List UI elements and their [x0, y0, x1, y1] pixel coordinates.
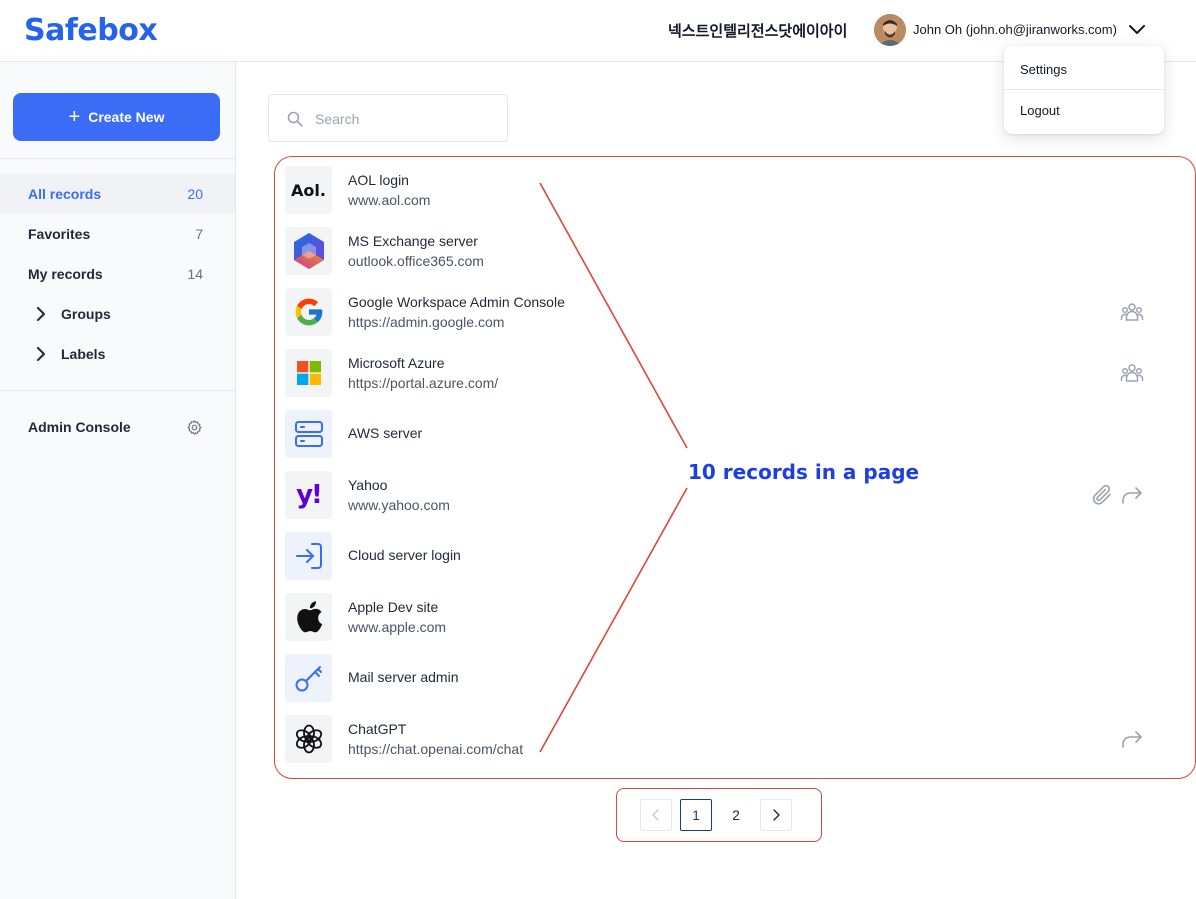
apple-icon	[285, 593, 332, 641]
microsoft-icon	[285, 349, 332, 397]
sidebar-item-my-records[interactable]: My records 14	[0, 254, 235, 294]
record-title: MS Exchange server	[348, 233, 478, 249]
sidebar-item-label: Admin Console	[28, 419, 131, 435]
record-title: AWS server	[348, 425, 423, 441]
record-url: www.aol.com	[348, 192, 431, 208]
search-input[interactable]	[315, 108, 495, 130]
record-url: https://admin.google.com	[348, 314, 505, 330]
record-url: https://portal.azure.com/	[348, 375, 499, 391]
record-title: Mail server admin	[348, 669, 459, 685]
chevron-right-icon	[37, 347, 45, 361]
chevron-down-icon[interactable]	[1128, 22, 1146, 36]
sidebar-item-label: My records	[28, 266, 103, 282]
prev-page-button[interactable]	[640, 799, 672, 831]
share-icon[interactable]	[1120, 727, 1144, 751]
shared-group-icon[interactable]	[1120, 300, 1144, 324]
record-row-aws-server[interactable]: AWS server	[285, 410, 1165, 458]
record-url: www.yahoo.com	[348, 497, 450, 513]
sidebar-item-labels[interactable]: Labels	[0, 334, 235, 374]
sidebar-item-label: Groups	[61, 306, 111, 322]
logout-menu-item[interactable]: Logout	[1004, 91, 1164, 131]
shared-group-icon[interactable]	[1120, 361, 1144, 385]
sidebar-item-count: 20	[187, 186, 203, 202]
record-row-google-workspace[interactable]: Google Workspace Admin Console https://a…	[285, 288, 1165, 336]
sidebar: + Create New All records 20 Favorites 7 …	[0, 62, 236, 899]
page-button-1[interactable]: 1	[680, 799, 712, 831]
create-new-label: Create New	[88, 109, 165, 125]
server-icon	[285, 410, 332, 458]
sidebar-item-label: Labels	[61, 346, 106, 362]
sidebar-divider	[0, 390, 235, 391]
page-button-2[interactable]: 2	[720, 799, 752, 831]
record-row-apple-dev[interactable]: Apple Dev site www.apple.com	[285, 593, 1165, 641]
chevron-right-icon	[773, 809, 780, 821]
sidebar-item-count: 14	[187, 266, 203, 282]
app-logo[interactable]: Safebox	[24, 13, 158, 48]
search-icon	[287, 111, 303, 127]
record-row-chatgpt[interactable]: ChatGPT https://chat.openai.com/chat	[285, 715, 1165, 763]
record-row-aol[interactable]: Aol. AOL login www.aol.com	[285, 166, 1165, 214]
record-title: AOL login	[348, 172, 409, 188]
record-title: Yahoo	[348, 477, 388, 493]
sidebar-item-all-records[interactable]: All records 20	[0, 174, 235, 214]
attachment-icon[interactable]	[1090, 483, 1114, 507]
search-box	[268, 94, 508, 142]
record-row-ms-exchange[interactable]: MS Exchange server outlook.office365.com	[285, 227, 1165, 275]
openai-icon	[285, 715, 332, 763]
annotation-label: 10 records in a page	[688, 460, 920, 484]
record-row-microsoft-azure[interactable]: Microsoft Azure https://portal.azure.com…	[285, 349, 1165, 397]
sidebar-item-admin-console[interactable]: Admin Console	[0, 407, 235, 447]
key-icon	[285, 654, 332, 702]
google-icon	[285, 288, 332, 336]
record-title: Cloud server login	[348, 547, 461, 563]
record-url: outlook.office365.com	[348, 253, 484, 269]
record-title: Apple Dev site	[348, 599, 439, 615]
chevron-right-icon	[37, 307, 45, 321]
chevron-left-icon	[652, 809, 659, 821]
user-identity[interactable]: John Oh (john.oh@jiranworks.com)	[913, 22, 1117, 37]
record-title: ChatGPT	[348, 721, 407, 737]
next-page-button[interactable]	[760, 799, 792, 831]
user-avatar[interactable]	[874, 14, 906, 46]
create-new-button[interactable]: + Create New	[13, 93, 220, 141]
settings-menu-item[interactable]: Settings	[1004, 50, 1164, 90]
aol-logo-icon: Aol.	[285, 166, 332, 214]
record-url: www.apple.com	[348, 619, 447, 635]
sidebar-item-groups[interactable]: Groups	[0, 294, 235, 334]
record-url: https://chat.openai.com/chat	[348, 741, 524, 757]
sidebar-item-label: Favorites	[28, 226, 91, 242]
gear-icon[interactable]	[186, 419, 203, 436]
sidebar-divider	[0, 158, 235, 159]
sidebar-item-favorites[interactable]: Favorites 7	[0, 214, 235, 254]
record-row-mail-server-admin[interactable]: Mail server admin	[285, 654, 1165, 702]
record-title: Google Workspace Admin Console	[348, 294, 565, 310]
user-menu-dropdown: Settings Logout	[1004, 46, 1164, 134]
record-title: Microsoft Azure	[348, 355, 445, 371]
login-icon	[285, 532, 332, 580]
share-icon[interactable]	[1120, 483, 1144, 507]
record-row-cloud-server-login[interactable]: Cloud server login	[285, 532, 1165, 580]
microsoft-365-icon	[285, 227, 332, 275]
plus-icon: +	[68, 106, 81, 128]
yahoo-icon: y!	[285, 471, 332, 519]
sidebar-item-label: All records	[28, 186, 102, 202]
company-name: 넥스트인텔리전스닷에이아이	[668, 22, 848, 40]
sidebar-item-count: 7	[195, 226, 203, 242]
